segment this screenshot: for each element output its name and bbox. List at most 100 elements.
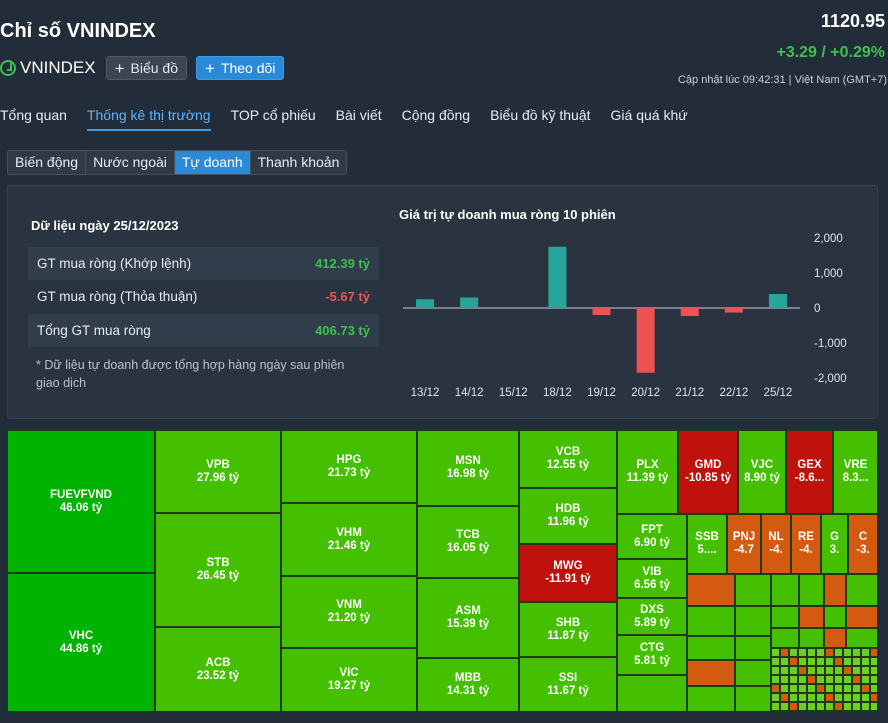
treemap-cell-vic[interactable]: VIC 19.27 tỷ: [281, 648, 417, 712]
treemap-tiny-cell[interactable]: [825, 657, 834, 666]
treemap-tiny-cell[interactable]: [771, 666, 780, 675]
treemap-tiny-cell[interactable]: [807, 666, 816, 675]
treemap-cell-fpt[interactable]: FPT 6.90 tỷ: [617, 514, 687, 559]
tab-market-stats[interactable]: Thống kê thị trường: [86, 107, 211, 131]
treemap-tiny-cell[interactable]: [843, 684, 852, 693]
treemap-small-cell[interactable]: [735, 606, 771, 636]
tab-history[interactable]: Giá quá khứ: [611, 107, 688, 131]
treemap-tiny-cell[interactable]: [798, 684, 807, 693]
treemap-small-cell[interactable]: [687, 636, 735, 660]
treemap-small-cell[interactable]: [824, 574, 846, 606]
treemap-tiny-cell[interactable]: [780, 648, 789, 657]
treemap-tiny-cell[interactable]: [780, 684, 789, 693]
bar-19/12[interactable]: [592, 308, 611, 315]
treemap-tiny-cell[interactable]: [843, 675, 852, 684]
tab-articles[interactable]: Bài viết: [336, 107, 382, 131]
treemap-tiny-cell[interactable]: [816, 675, 825, 684]
treemap-tiny-cell[interactable]: [789, 702, 798, 711]
treemap-small-cell[interactable]: [687, 686, 735, 712]
treemap-tiny-cell[interactable]: [852, 648, 861, 657]
treemap-small-cell[interactable]: [799, 628, 824, 648]
treemap-cell-acb[interactable]: ACB 23.52 tỷ: [155, 627, 281, 712]
treemap-cell-vnm[interactable]: VNM 21.20 tỷ: [281, 576, 417, 648]
treemap-tiny-cell[interactable]: [834, 693, 843, 702]
treemap-small-cell[interactable]: [687, 574, 735, 606]
treemap-small-cell[interactable]: [771, 574, 799, 606]
treemap-tiny-cell[interactable]: [870, 675, 878, 684]
treemap-tiny-cell[interactable]: [798, 675, 807, 684]
treemap-small-cell[interactable]: [735, 636, 771, 660]
treemap-cell-fuevfvnd[interactable]: FUEVFVND 46.06 tỷ: [7, 430, 155, 573]
treemap-tiny-cell[interactable]: [798, 702, 807, 711]
treemap-tiny-cell[interactable]: [798, 693, 807, 702]
treemap-small-cell[interactable]: [617, 675, 687, 712]
treemap-tiny-cell[interactable]: [771, 648, 780, 657]
treemap-tiny-cell[interactable]: [852, 693, 861, 702]
bar-21/12[interactable]: [680, 308, 699, 317]
treemap-tiny-cell[interactable]: [816, 711, 825, 713]
treemap-tiny-cell[interactable]: [816, 693, 825, 702]
treemap-tiny-cell[interactable]: [834, 684, 843, 693]
bar-18/12[interactable]: [548, 246, 567, 308]
treemap-tiny-cell[interactable]: [789, 684, 798, 693]
treemap-tiny-cell[interactable]: [834, 702, 843, 711]
treemap-cell-vre[interactable]: VRE 8.3...: [833, 430, 878, 514]
treemap-tiny-cell[interactable]: [816, 657, 825, 666]
treemap-cell-hpg[interactable]: HPG 21.73 tỷ: [281, 430, 417, 503]
treemap-small-cell[interactable]: [824, 628, 846, 648]
bar-14/12[interactable]: [460, 297, 479, 309]
treemap-cell-vhm[interactable]: VHM 21.46 tỷ: [281, 503, 417, 576]
bar-13/12[interactable]: [416, 299, 435, 308]
treemap-tiny-cell[interactable]: [852, 684, 861, 693]
treemap-tiny-cell[interactable]: [861, 702, 870, 711]
treemap-cell-mwg[interactable]: MWG -11.91 tỷ: [519, 544, 617, 602]
treemap-cell-vib[interactable]: VIB 6.56 tỷ: [617, 559, 687, 598]
treemap-tiny-cell[interactable]: [807, 693, 816, 702]
treemap-tiny-cell[interactable]: [861, 657, 870, 666]
treemap-cell-nl[interactable]: NL -4.: [761, 514, 791, 574]
treemap-cell-gmd[interactable]: GMD -10.85 tỷ: [678, 430, 738, 514]
treemap-cell-ssb[interactable]: SSB 5....: [687, 514, 727, 574]
treemap-cell-re[interactable]: RE -4.: [791, 514, 821, 574]
treemap-tiny-cell[interactable]: [834, 657, 843, 666]
treemap-tiny-cell[interactable]: [789, 648, 798, 657]
treemap-tiny-cell[interactable]: [798, 711, 807, 713]
treemap-tiny-cell[interactable]: [789, 675, 798, 684]
treemap-tiny-cell[interactable]: [771, 675, 780, 684]
treemap-tiny-cell[interactable]: [789, 693, 798, 702]
treemap-tiny-cell[interactable]: [870, 711, 878, 713]
treemap-cell-tcb[interactable]: TCB 16.05 tỷ: [417, 506, 519, 578]
treemap-tiny-cell[interactable]: [870, 648, 878, 657]
treemap-tiny-cell[interactable]: [861, 693, 870, 702]
treemap-small-cell[interactable]: [687, 606, 735, 636]
treemap-tiny-cell[interactable]: [852, 702, 861, 711]
treemap-small-cell[interactable]: [799, 606, 824, 628]
treemap-tiny-cell[interactable]: [852, 666, 861, 675]
treemap-tiny-cell[interactable]: [816, 666, 825, 675]
treemap-small-cell[interactable]: [824, 606, 846, 628]
treemap-small-cell[interactable]: [846, 628, 878, 648]
treemap-tiny-cell[interactable]: [798, 666, 807, 675]
treemap-cell-dxs[interactable]: DXS 5.89 tỷ: [617, 598, 687, 635]
treemap-tiny-cell[interactable]: [825, 648, 834, 657]
treemap-tiny-cell[interactable]: [843, 666, 852, 675]
treemap-cell-ssi[interactable]: SSI 11.67 tỷ: [519, 657, 617, 712]
chart-button[interactable]: + Biểu đồ: [105, 56, 187, 80]
subtab-foreign[interactable]: Nước ngoài: [86, 151, 175, 174]
treemap-tiny-cell[interactable]: [825, 684, 834, 693]
treemap-cell-vcb[interactable]: VCB 12.55 tỷ: [519, 430, 617, 488]
bar-22/12[interactable]: [724, 308, 743, 313]
treemap-tiny-cell[interactable]: [852, 657, 861, 666]
treemap-tiny-cell[interactable]: [807, 684, 816, 693]
treemap-cell-shb[interactable]: SHB 11.87 tỷ: [519, 602, 617, 657]
treemap-tiny-cell[interactable]: [798, 657, 807, 666]
treemap-cell-asm[interactable]: ASM 15.39 tỷ: [417, 578, 519, 658]
treemap-cell-vjc[interactable]: VJC 8.90 tỷ: [738, 430, 786, 514]
subtab-liquidity[interactable]: Thanh khoản: [250, 151, 347, 174]
treemap-tiny-cell[interactable]: [807, 711, 816, 713]
treemap-cell-g[interactable]: G 3.: [821, 514, 848, 574]
treemap-small-cell[interactable]: [771, 606, 799, 628]
treemap-tiny-cell[interactable]: [825, 702, 834, 711]
tab-technical-chart[interactable]: Biểu đồ kỹ thuật: [490, 107, 590, 131]
treemap-tiny-cell[interactable]: [807, 675, 816, 684]
